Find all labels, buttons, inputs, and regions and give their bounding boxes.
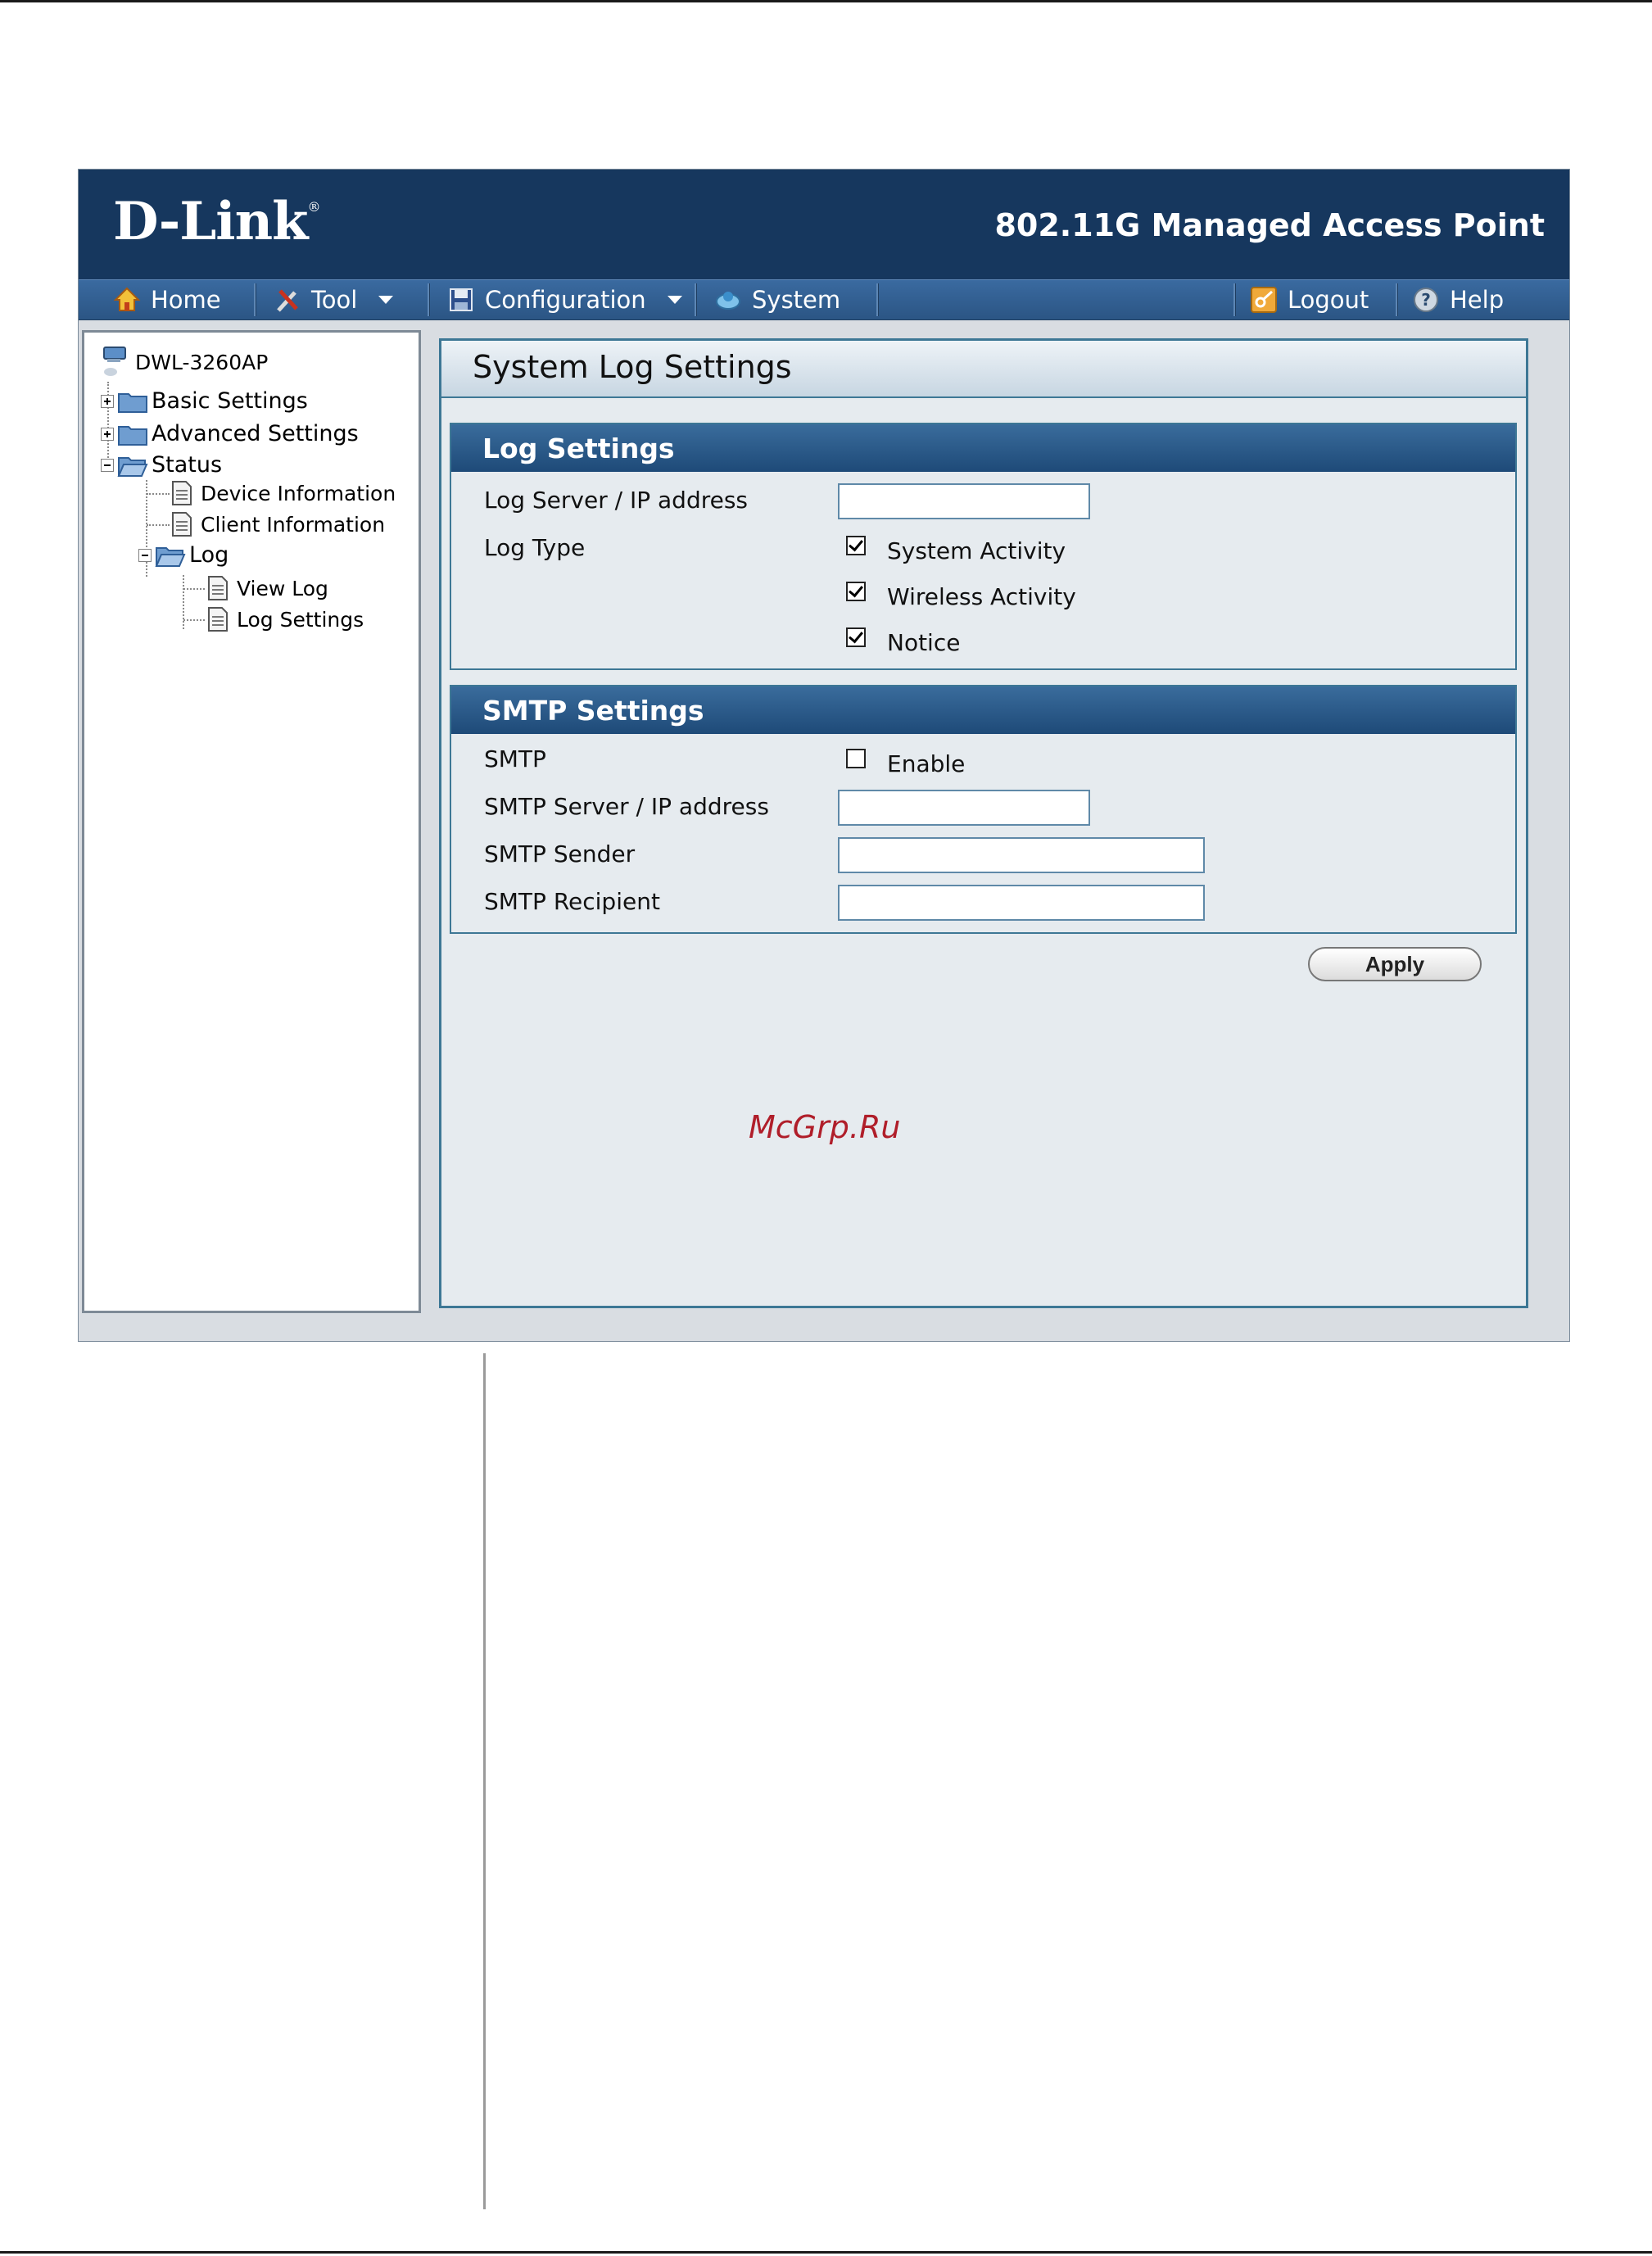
notice-checkbox[interactable]: [846, 627, 866, 647]
tree-item-device-information[interactable]: Device Information: [171, 480, 396, 506]
log-type-label: Log Type: [484, 534, 586, 561]
apply-button[interactable]: Apply: [1308, 947, 1482, 981]
log-settings-heading: Log Settings: [451, 424, 1515, 472]
smtp-recipient-input[interactable]: [838, 885, 1205, 921]
wireless-activity-label: Wireless Activity: [887, 583, 1076, 610]
tree-item-log[interactable]: Log: [138, 542, 229, 568]
tree-connector: [147, 524, 170, 526]
smtp-enable-label: Enable: [887, 750, 966, 777]
smtp-sender-label: SMTP Sender: [484, 840, 636, 868]
folder-open-icon: [155, 546, 186, 567]
nav-system-label: System: [752, 286, 841, 314]
tree-connector: [183, 619, 205, 621]
smtp-settings-section: SMTP Settings SMTP Enable SMTP Server / …: [450, 685, 1517, 934]
expand-icon[interactable]: [101, 394, 114, 408]
nav-divider: [695, 283, 697, 316]
smtp-enable-checkbox[interactable]: [846, 749, 866, 768]
dlink-logo: D-Link®: [113, 191, 320, 252]
tree-connector: [147, 493, 170, 495]
tree-item-basic-settings[interactable]: Basic Settings: [101, 388, 308, 414]
nav-home-label: Home: [151, 286, 221, 314]
smtp-recipient-label: SMTP Recipient: [484, 888, 660, 915]
smtp-sender-input[interactable]: [838, 837, 1205, 873]
tree-item-advanced-settings[interactable]: Advanced Settings: [101, 421, 359, 446]
system-icon: [716, 292, 740, 310]
system-activity-checkbox[interactable]: [846, 536, 866, 555]
nav-system[interactable]: System: [714, 280, 840, 319]
folder-open-icon: [117, 456, 148, 477]
wireless-activity-checkbox[interactable]: [846, 582, 866, 601]
log-settings-section: Log Settings Log Server / IP address Log…: [450, 423, 1517, 670]
collapse-icon[interactable]: [101, 458, 114, 472]
page-title-bar: System Log Settings: [441, 341, 1526, 398]
nav-configuration-label: Configuration: [485, 286, 646, 314]
expand-icon[interactable]: [101, 427, 114, 441]
navigation-tree: DWL-3260AP Basic Settings Advanced Setti…: [82, 330, 421, 1313]
nav-help[interactable]: ? Help: [1412, 280, 1504, 319]
nav-tool[interactable]: Tool: [274, 280, 394, 319]
page-bottom-rule: [0, 2251, 1652, 2254]
document-icon: [208, 576, 228, 600]
tree-item-device-root[interactable]: DWL-3260AP: [101, 344, 268, 380]
nav-divider: [254, 283, 256, 316]
access-point-icon: [103, 347, 126, 376]
log-server-label: Log Server / IP address: [484, 487, 749, 514]
page-title: System Log Settings: [473, 349, 792, 385]
nav-configuration[interactable]: Configuration: [447, 280, 682, 319]
nav-logout-label: Logout: [1288, 286, 1369, 314]
tree-item-log-settings[interactable]: Log Settings: [207, 606, 364, 632]
nav-divider: [1233, 283, 1236, 316]
tool-icon: [277, 289, 298, 312]
system-activity-label: System Activity: [887, 537, 1066, 564]
nav-bar: Home Tool Configuration System Logout ? …: [79, 279, 1569, 320]
content-panel: System Log Settings Log Settings Log Ser…: [439, 338, 1528, 1308]
nav-help-label: Help: [1450, 286, 1505, 314]
smtp-server-input[interactable]: [838, 790, 1090, 826]
svg-text:?: ?: [1421, 290, 1431, 310]
smtp-label: SMTP: [484, 745, 546, 772]
document-icon: [172, 512, 192, 537]
nav-tool-label: Tool: [311, 286, 358, 314]
chevron-down-icon: [378, 296, 394, 304]
tree-item-client-information[interactable]: Client Information: [171, 511, 385, 537]
help-icon: ?: [1414, 288, 1438, 312]
nav-home[interactable]: Home: [113, 280, 221, 319]
header-banner: D-Link® 802.11G Managed Access Point: [79, 170, 1569, 279]
tree-item-view-log[interactable]: View Log: [207, 575, 328, 601]
key-icon: [1251, 287, 1277, 313]
page-margin-rule: [483, 1353, 486, 2209]
document-icon: [208, 607, 228, 632]
nav-divider: [1396, 283, 1398, 316]
save-icon: [450, 288, 473, 311]
app-window: D-Link® 802.11G Managed Access Point Hom…: [78, 169, 1570, 1342]
collapse-icon[interactable]: [138, 548, 152, 562]
nav-divider: [876, 283, 879, 316]
smtp-server-label: SMTP Server / IP address: [484, 793, 769, 820]
smtp-settings-heading: SMTP Settings: [451, 686, 1515, 734]
folder-icon: [118, 392, 147, 413]
document-icon: [172, 481, 192, 505]
tree-connector: [183, 588, 205, 590]
tree-item-status[interactable]: Status: [101, 452, 222, 478]
nav-divider: [428, 283, 430, 316]
nav-logout[interactable]: Logout: [1250, 280, 1369, 319]
log-server-input[interactable]: [838, 483, 1090, 519]
notice-label: Notice: [887, 629, 961, 656]
home-icon: [113, 287, 141, 311]
folder-icon: [118, 425, 147, 446]
product-name: 802.11G Managed Access Point: [994, 207, 1545, 243]
page-top-rule: [0, 0, 1652, 2]
chevron-down-icon: [667, 296, 682, 304]
watermark-text: McGrp.Ru: [749, 1109, 901, 1145]
tree-connector: [183, 575, 184, 629]
